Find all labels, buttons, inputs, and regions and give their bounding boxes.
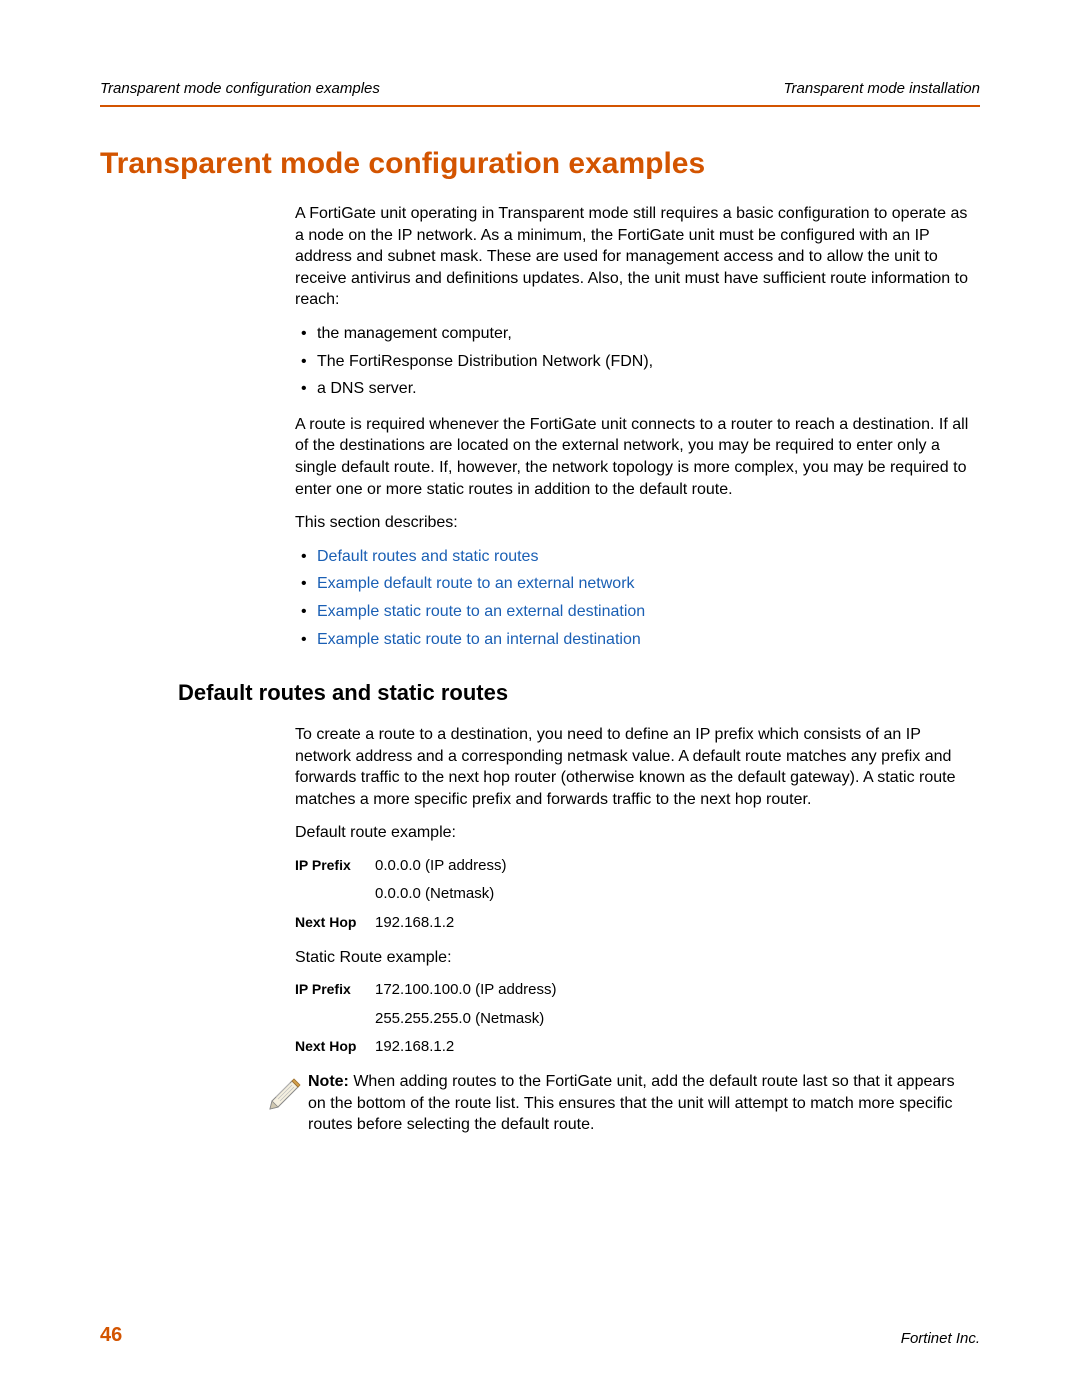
reach-list: the management computer, The FortiRespon…: [295, 323, 980, 400]
toc-link-item[interactable]: Example static route to an external dest…: [295, 601, 980, 623]
route-required-paragraph: A route is required whenever the FortiGa…: [295, 414, 980, 500]
next-hop-label: Next Hop: [295, 1037, 375, 1057]
page-title: Transparent mode configuration examples: [100, 147, 980, 181]
intro-paragraph: A FortiGate unit operating in Transparen…: [295, 203, 980, 311]
netmask-value: 255.255.255.0 (Netmask): [375, 1009, 544, 1029]
toc-link-list: Default routes and static routes Example…: [295, 546, 980, 650]
note-body: When adding routes to the FortiGate unit…: [308, 1073, 955, 1133]
next-hop-label: Next Hop: [295, 913, 375, 933]
note-block: Note: When adding routes to the FortiGat…: [264, 1071, 980, 1136]
default-example-label: Default route example:: [295, 822, 980, 844]
table-row: IP Prefix 172.100.100.0 (IP address): [295, 980, 980, 1000]
footer-company: Fortinet Inc.: [901, 1330, 980, 1347]
next-hop-value: 192.168.1.2: [375, 1037, 454, 1057]
body-section: A FortiGate unit operating in Transparen…: [295, 203, 980, 650]
section-describes-paragraph: This section describes:: [295, 512, 980, 534]
table-row: Next Hop 192.168.1.2: [295, 913, 980, 933]
list-item: a DNS server.: [295, 378, 980, 400]
page-footer: 46 Fortinet Inc.: [100, 1324, 980, 1347]
list-item: The FortiResponse Distribution Network (…: [295, 351, 980, 373]
list-item: the management computer,: [295, 323, 980, 345]
toc-link-item[interactable]: Example static route to an internal dest…: [295, 629, 980, 651]
table-row: 0.0.0.0 (Netmask): [295, 884, 980, 904]
header-right: Transparent mode installation: [784, 80, 981, 97]
static-example-label: Static Route example:: [295, 947, 980, 969]
table-row: Next Hop 192.168.1.2: [295, 1037, 980, 1057]
section-heading: Default routes and static routes: [178, 680, 980, 706]
toc-link-item[interactable]: Default routes and static routes: [295, 546, 980, 568]
note-icon: [264, 1073, 304, 1113]
default-intro-paragraph: To create a route to a destination, you …: [295, 724, 980, 810]
netmask-value: 0.0.0.0 (Netmask): [375, 884, 494, 904]
table-row: 255.255.255.0 (Netmask): [295, 1009, 980, 1029]
ip-prefix-label: IP Prefix: [295, 980, 375, 1000]
running-header: Transparent mode configuration examples …: [100, 80, 980, 107]
page-content: Transparent mode configuration examples …: [0, 0, 1080, 1397]
default-route-table: IP Prefix 0.0.0.0 (IP address) 0.0.0.0 (…: [295, 856, 980, 933]
note-text: Note: When adding routes to the FortiGat…: [308, 1071, 980, 1136]
ip-address-value: 0.0.0.0 (IP address): [375, 856, 506, 876]
page-number: 46: [100, 1324, 122, 1347]
ip-address-value: 172.100.100.0 (IP address): [375, 980, 557, 1000]
table-row: IP Prefix 0.0.0.0 (IP address): [295, 856, 980, 876]
ip-prefix-label: IP Prefix: [295, 856, 375, 876]
next-hop-value: 192.168.1.2: [375, 913, 454, 933]
static-route-table: IP Prefix 172.100.100.0 (IP address) 255…: [295, 980, 980, 1057]
note-prefix: Note:: [308, 1073, 353, 1090]
toc-link-item[interactable]: Example default route to an external net…: [295, 573, 980, 595]
default-routes-section: To create a route to a destination, you …: [295, 724, 980, 1057]
header-left: Transparent mode configuration examples: [100, 80, 380, 97]
